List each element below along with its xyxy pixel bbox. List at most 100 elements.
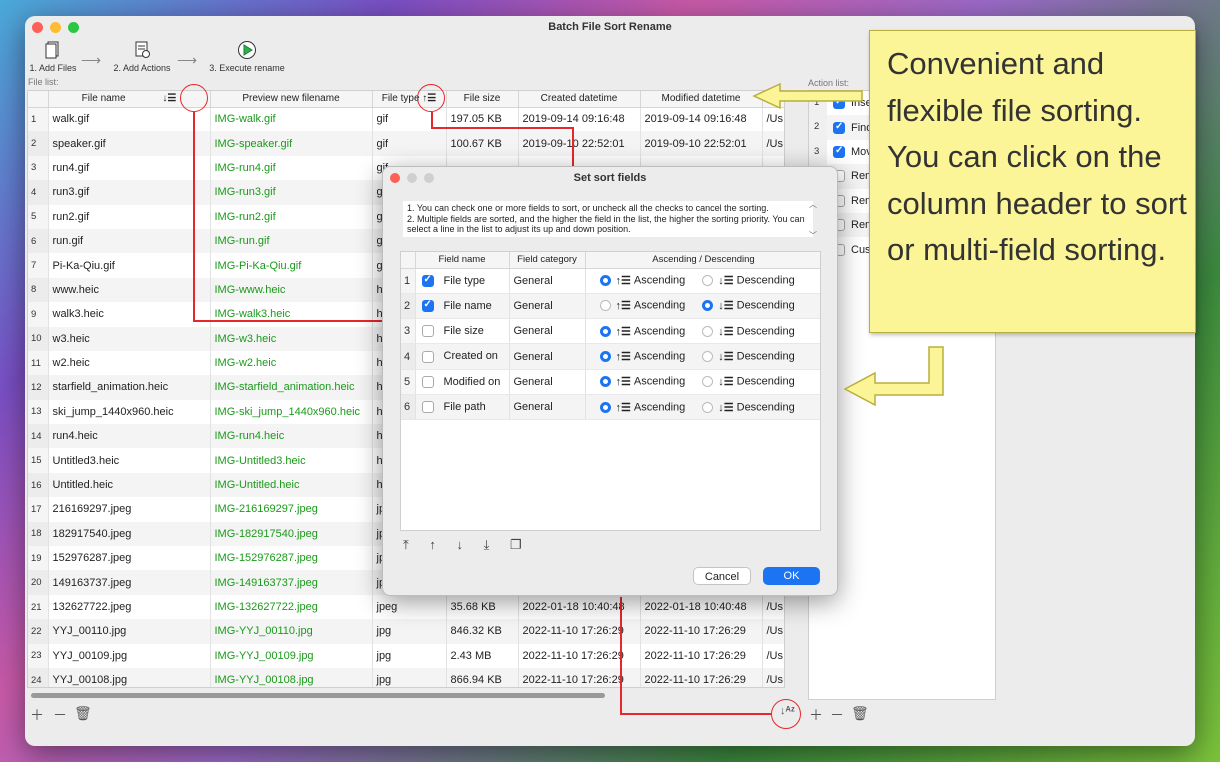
sort-field-checkbox[interactable] — [421, 325, 434, 338]
ascending-radio[interactable] — [599, 325, 611, 337]
remove-action-icon[interactable]: － — [830, 705, 844, 725]
row-number: 21 — [28, 594, 49, 620]
file-type-cell: jpeg — [372, 594, 447, 620]
ascending-label: Ascending — [633, 325, 686, 338]
sort-ascending-icon: ↑☰ — [615, 325, 631, 338]
descending-radio[interactable] — [702, 351, 714, 363]
sort-row-tools: ⤒ ↑ ↓ ⤓ ❐ — [403, 537, 539, 553]
sort-descending-icon: ↓☰ — [718, 401, 734, 414]
table-row[interactable]: 2 speaker.gif IMG-speaker.gif gif 100.67 KB 2… — [28, 131, 784, 156]
highlight-circle — [180, 84, 208, 112]
descending-radio[interactable] — [702, 300, 714, 312]
close-window-button[interactable] — [32, 22, 43, 33]
dialog-title-bar: Set sort fields — [383, 167, 837, 189]
horizontal-scrollbar[interactable] — [31, 693, 605, 698]
modified-datetime-cell: 2022-11-10 17:26:29 — [640, 643, 763, 668]
sort-fields-table[interactable]: Field name Field category Ascending / De… — [400, 251, 821, 531]
sort-field-row[interactable]: 2 File name General ↑☰Ascending ↓☰Descending — [401, 293, 820, 320]
dialog-title: Set sort fields — [573, 172, 647, 184]
move-up-icon[interactable]: ↑ — [429, 537, 436, 552]
column-header-modified[interactable]: Modified datetime — [640, 91, 763, 108]
row-number: 2 — [28, 131, 49, 156]
file-path-cell: /Us — [762, 667, 784, 687]
help-scrollbar[interactable]: ︿ ﹀ — [809, 199, 821, 247]
table-row[interactable]: 22 YYJ_00110.jpg IMG-YYJ_00110.jpg jpg 846.3… — [28, 619, 784, 644]
move-to-top-icon[interactable]: ⤒ — [403, 537, 409, 552]
dialog-minimize-button[interactable] — [407, 173, 417, 183]
add-files-button[interactable]: 1. Add Files — [29, 38, 77, 73]
descending-radio[interactable] — [702, 401, 714, 413]
dialog-close-button[interactable] — [390, 173, 400, 183]
ascending-radio[interactable] — [599, 351, 611, 363]
table-row[interactable]: 21 132627722.jpeg IMG-132627722.jpeg jpeg 35… — [28, 594, 784, 620]
add-actions-button[interactable]: 2. Add Actions — [111, 38, 173, 73]
descending-radio[interactable] — [702, 376, 714, 388]
ascending-radio[interactable] — [599, 275, 611, 287]
preview-filename-cell: IMG-walk3.heic — [210, 302, 373, 327]
column-header-preview[interactable]: Preview new filename — [210, 91, 373, 108]
column-header-file-size[interactable]: File size — [446, 91, 519, 108]
file-name-cell: walk3.heic — [48, 302, 211, 327]
add-action-icon[interactable]: ＋ — [809, 705, 823, 725]
sort-field-row[interactable]: 3 File size General ↑☰ Ascending ↓☰ Descending — [401, 318, 820, 345]
sort-field-row[interactable]: 1 File type General ↑☰Ascending ↓☰Descending — [401, 268, 820, 294]
descending-radio[interactable] — [702, 275, 714, 287]
chevron-up-icon[interactable]: ︿ — [809, 199, 821, 210]
preview-filename-cell: IMG-speaker.gif — [210, 131, 373, 156]
file-name-cell: run4.gif — [48, 155, 211, 181]
table-row[interactable]: 23 YYJ_00109.jpg IMG-YYJ_00109.jpg jpg 2.43 … — [28, 643, 784, 668]
sort-field-checkbox[interactable] — [421, 350, 434, 363]
field-category-cell: General — [509, 394, 586, 421]
add-file-icon[interactable]: ＋ — [30, 705, 44, 725]
move-down-icon[interactable]: ↓ — [457, 537, 464, 552]
add-actions-label: 2. Add Actions — [113, 63, 171, 73]
move-to-bottom-icon[interactable]: ⤓ — [484, 537, 490, 552]
file-name-cell: 216169297.jpeg — [48, 497, 211, 522]
table-row[interactable]: 1 walk.gif IMG-walk.gif gif 197.05 KB 2019-09… — [28, 107, 784, 132]
preview-filename-cell: IMG-YYJ_00109.jpg — [210, 643, 373, 668]
sort-descending-icon: ↓☰ — [718, 300, 734, 313]
trash-icon[interactable]: 🗑 — [851, 705, 869, 722]
chevron-down-icon[interactable]: ﹀ — [809, 230, 821, 241]
field-name-label: File type — [443, 274, 486, 287]
sort-field-row[interactable]: 4 Created on General ↑☰ Ascending ↓☰ Descendin… — [401, 343, 820, 370]
row-number: 4 — [401, 343, 416, 370]
column-header-created[interactable]: Created datetime — [518, 91, 641, 108]
descending-radio[interactable] — [702, 325, 714, 337]
row-number: 7 — [28, 253, 49, 278]
preview-filename-cell: IMG-YYJ_00108.jpg — [210, 667, 373, 687]
file-name-cell: 132627722.jpeg — [48, 594, 211, 620]
ok-button[interactable]: OK — [763, 567, 820, 585]
row-number: 5 — [401, 369, 416, 395]
ascending-radio[interactable] — [599, 376, 611, 388]
field-name-cell: Modified on — [415, 369, 510, 395]
dialog-zoom-button[interactable] — [424, 173, 434, 183]
sort-field-row[interactable]: 6 File path General ↑☰ Ascending ↓☰ Descending — [401, 394, 820, 421]
help-line-2: 2. Multiple fields are sorted, and the h… — [407, 213, 805, 235]
action-enable-checkbox[interactable] — [833, 121, 845, 134]
minimize-window-button[interactable] — [50, 22, 61, 33]
annotation-line — [431, 112, 433, 128]
file-name-cell: walk.gif — [48, 107, 211, 132]
sort-field-checkbox[interactable] — [421, 401, 434, 414]
execute-rename-button[interactable]: 3. Execute rename — [209, 38, 285, 73]
table-row[interactable]: 24 YYJ_00108.jpg IMG-YYJ_00108.jpg jpg 866.9… — [28, 667, 784, 687]
file-size-cell: 100.67 KB — [446, 131, 519, 156]
zoom-window-button[interactable] — [68, 22, 79, 33]
trash-icon[interactable]: 🗑 — [74, 705, 92, 722]
ascending-radio[interactable] — [599, 300, 611, 312]
sort-field-checkbox[interactable] — [421, 375, 434, 388]
sort-field-row[interactable]: 5 Modified on General ↑☰ Ascending ↓☰ Descendi… — [401, 369, 820, 395]
sort-field-checkbox[interactable] — [421, 274, 434, 287]
remove-file-icon[interactable]: － — [53, 705, 67, 725]
action-enable-checkbox[interactable] — [833, 145, 845, 158]
ascending-radio[interactable] — [599, 401, 611, 413]
file-type-cell: jpg — [372, 619, 447, 644]
copy-icon[interactable]: ❐ — [510, 537, 522, 552]
field-name-cell: File path — [415, 394, 510, 421]
cancel-button[interactable]: Cancel — [693, 567, 751, 585]
column-header-label: Modified datetime — [661, 93, 741, 105]
sort-field-checkbox[interactable] — [421, 299, 434, 312]
file-name-cell: run.gif — [48, 228, 211, 254]
sort-ascending-icon: ↑☰ — [615, 275, 631, 288]
